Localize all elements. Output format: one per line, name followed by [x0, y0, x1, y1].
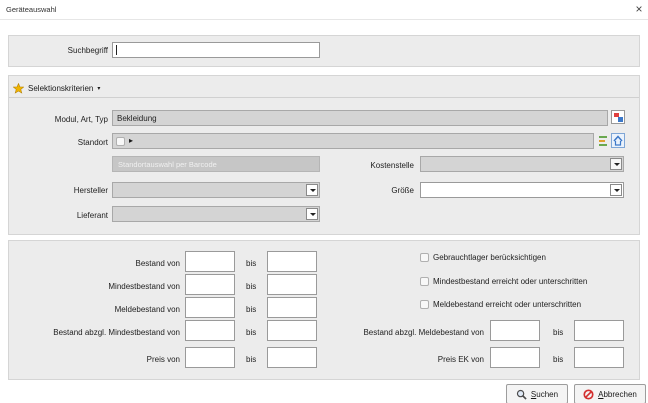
picker-icon[interactable] — [611, 110, 625, 124]
barcode-input[interactable]: Standortauswahl per Barcode — [112, 156, 320, 172]
hersteller-select[interactable] — [112, 182, 320, 198]
search-button-label: Suchen — [530, 389, 559, 399]
criteria-label: Selektionskriterien — [28, 83, 94, 93]
modul-value: Bekleidung — [117, 114, 157, 123]
mindestbestand-to-input[interactable] — [267, 274, 317, 295]
barcode-placeholder: Standortauswahl per Barcode — [118, 160, 217, 169]
preis-ek-label: Preis EK von — [437, 355, 484, 364]
preis-to-input[interactable] — [267, 347, 317, 368]
bestand-mindest-label: Bestand abzgl. Mindestbestand von — [53, 328, 180, 337]
mindestbestand-bis-label: bis — [246, 282, 257, 291]
modul-field[interactable]: Bekleidung — [112, 110, 608, 126]
bestand-melde-to-input[interactable] — [574, 320, 624, 341]
criteria-toggle[interactable]: Selektionskriterien ▾ — [13, 80, 117, 96]
chevron-down-icon — [306, 184, 318, 196]
bestand-label: Bestand von — [135, 259, 180, 268]
cancel-button[interactable]: Abbrechen — [574, 384, 646, 403]
meldebestand-bis-label: bis — [246, 305, 257, 314]
mindest-label: Mindestbestand erreicht oder unterschrit… — [433, 277, 588, 286]
bestand-from-input[interactable] — [185, 251, 235, 272]
cancel-icon — [583, 388, 594, 400]
search-input[interactable] — [112, 42, 320, 58]
groesse-label: Größe — [391, 186, 414, 195]
mindestbestand-label: Mindestbestand von — [108, 282, 180, 291]
search-label: Suchbegriff — [67, 46, 108, 55]
groesse-select[interactable] — [420, 182, 624, 198]
modul-label: Modul, Art, Typ — [54, 115, 108, 124]
preis-ek-from-input[interactable] — [490, 347, 540, 368]
standort-checkbox[interactable] — [116, 137, 125, 146]
bestand-mindest-to-input[interactable] — [267, 320, 317, 341]
standort-field[interactable]: ▸ — [112, 133, 594, 149]
bestand-to-input[interactable] — [267, 251, 317, 272]
gebrauchtlager-label: Gebrauchtlager berücksichtigen — [433, 253, 546, 262]
lieferant-select[interactable] — [112, 206, 320, 222]
hersteller-label: Hersteller — [73, 186, 108, 195]
close-icon[interactable]: × — [632, 2, 646, 16]
standort-marker: ▸ — [129, 136, 134, 145]
window-title: Geräteauswahl — [6, 5, 57, 14]
bestand-mindest-bis-label: bis — [246, 328, 257, 337]
search-icon — [516, 389, 527, 400]
bestand-melde-from-input[interactable] — [490, 320, 540, 341]
bestand-bis-label: bis — [246, 259, 257, 268]
standort-label: Standort — [77, 138, 108, 147]
mindest-checkbox[interactable] — [420, 277, 429, 286]
chevron-down-icon — [306, 208, 318, 220]
kostenstelle-label: Kostenstelle — [370, 161, 414, 170]
bestand-melde-label: Bestand abzgl. Meldebestand von — [363, 328, 484, 337]
mindestbestand-from-input[interactable] — [185, 274, 235, 295]
text-cursor — [116, 45, 117, 55]
gebrauchtlager-option[interactable]: Gebrauchtlager berücksichtigen — [420, 251, 640, 265]
refresh-icon[interactable] — [611, 133, 625, 148]
melde-label: Meldebestand erreicht oder unterschritte… — [433, 300, 582, 309]
preis-label: Preis von — [146, 355, 180, 364]
bestand-melde-bis-label: bis — [553, 328, 564, 337]
mindest-option[interactable]: Mindestbestand erreicht oder unterschrit… — [420, 275, 646, 289]
meldebestand-from-input[interactable] — [185, 297, 235, 318]
bestand-mindest-from-input[interactable] — [185, 320, 235, 341]
star-icon — [13, 82, 24, 94]
melde-option[interactable]: Meldebestand erreicht oder unterschritte… — [420, 298, 646, 312]
tree-icon[interactable] — [597, 134, 609, 148]
title-bar: Geräteauswahl × — [0, 0, 648, 20]
cancel-button-label: Abbrechen — [598, 389, 637, 399]
preis-from-input[interactable] — [185, 347, 235, 368]
divider — [9, 97, 639, 98]
preis-bis-label: bis — [246, 355, 257, 364]
chevron-down-icon — [610, 184, 622, 196]
meldebestand-to-input[interactable] — [267, 297, 317, 318]
search-button[interactable]: Suchen — [506, 384, 568, 403]
chevron-down-icon: ▾ — [97, 85, 101, 92]
meldebestand-label: Meldebestand von — [114, 305, 180, 314]
melde-checkbox[interactable] — [420, 300, 429, 309]
preis-ek-bis-label: bis — [553, 355, 564, 364]
lieferant-label: Lieferant — [76, 211, 108, 220]
kostenstelle-select[interactable] — [420, 156, 624, 172]
preis-ek-to-input[interactable] — [574, 347, 624, 368]
gebrauchtlager-checkbox[interactable] — [420, 253, 429, 262]
chevron-down-icon — [610, 158, 622, 170]
